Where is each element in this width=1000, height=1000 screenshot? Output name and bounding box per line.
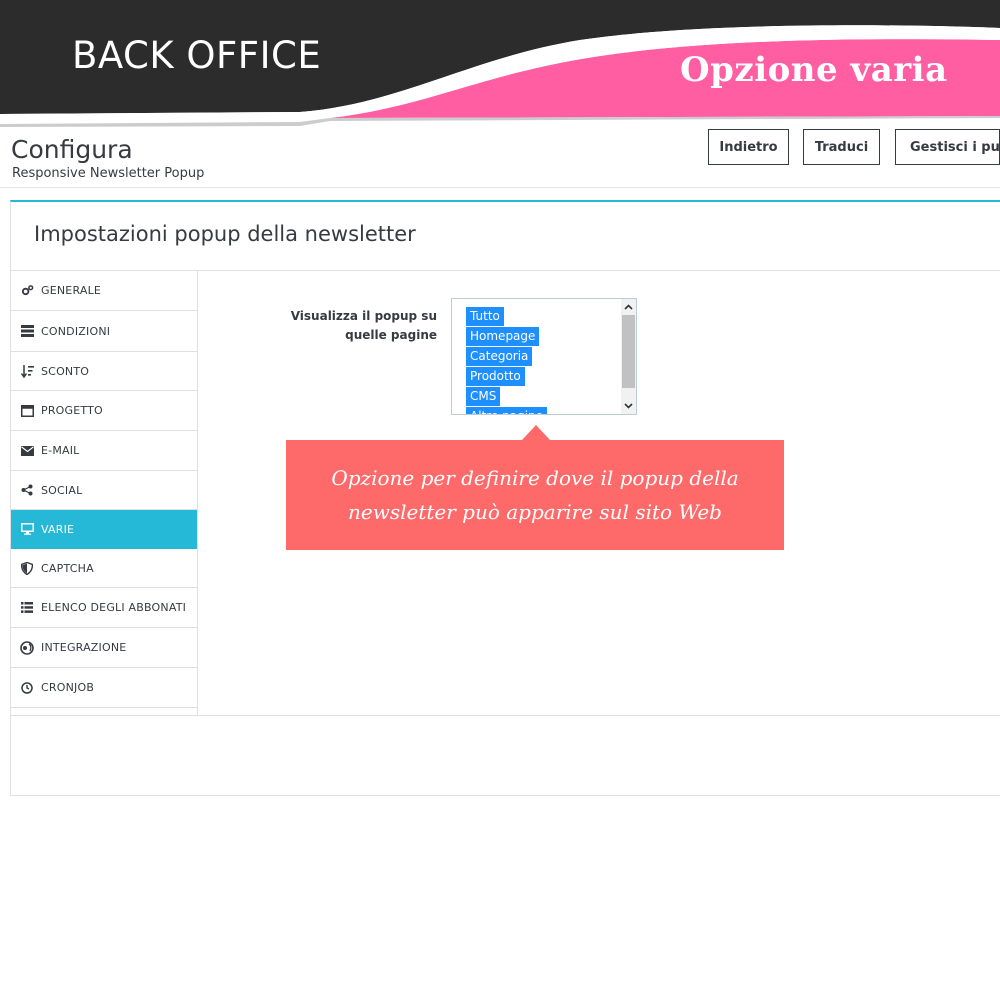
option-altre-pagine[interactable]: Altre pagine [466, 407, 548, 414]
tab-social[interactable]: SOCIAL [11, 471, 197, 510]
tab-email[interactable]: E-MAIL [11, 431, 197, 471]
tab-label: CRONJOB [41, 681, 95, 694]
tab-cronjob[interactable]: CRONJOB [11, 668, 197, 708]
scroll-up-icon[interactable] [621, 300, 636, 314]
desktop-icon [20, 522, 34, 536]
scrollbar-thumb[interactable] [622, 315, 635, 388]
multiselect-scrollbar[interactable] [621, 299, 636, 414]
option-categoria[interactable]: Categoria [466, 347, 533, 366]
list-icon [20, 324, 34, 338]
option-prodotto[interactable]: Prodotto [466, 367, 525, 386]
tab-label: ELENCO DEGLI ABBONATI [41, 601, 187, 614]
cogs-icon [20, 284, 34, 298]
promo-banner: BACK OFFICE Opzione varia [0, 0, 1000, 130]
share-icon [20, 483, 34, 497]
tab-captcha[interactable]: CAPTCHA [11, 549, 197, 588]
page-subtitle: Responsive Newsletter Popup [12, 166, 205, 181]
tab-progetto[interactable]: PROGETTO [11, 391, 197, 431]
banner-left-text: BACK OFFICE [72, 34, 322, 77]
manage-hooks-button[interactable]: Gestisci i punti [895, 129, 1000, 165]
tab-label: SOCIAL [41, 483, 83, 497]
tab-label: INTEGRAZIONE [41, 641, 127, 654]
envelope-icon [20, 444, 34, 458]
list-lines-icon [20, 601, 34, 615]
shield-icon [20, 561, 34, 575]
tab-integrazione[interactable]: INTEGRAZIONE [11, 628, 197, 668]
tab-varie[interactable]: VARIE [11, 510, 197, 549]
tab-label: E-MAIL [41, 444, 80, 457]
option-cms[interactable]: CMS [466, 387, 501, 406]
tab-label: CAPTCHA [41, 561, 94, 575]
tab-sconto[interactable]: SCONTO [11, 352, 197, 391]
clock-icon [20, 681, 34, 695]
pages-field-label: Visualizza il popup su quelle pagine [290, 309, 437, 342]
tab-label: SCONTO [41, 364, 90, 378]
page-title: Configura [11, 135, 133, 164]
tab-condizioni[interactable]: CONDIZIONI [11, 311, 197, 352]
tab-label: CONDIZIONI [41, 324, 111, 338]
panel-title: Impostazioni popup della newsletter [34, 222, 416, 246]
sort-icon [20, 364, 34, 378]
header-divider [0, 187, 1000, 188]
side-menu: GENERALE CONDIZIONI SCONTO PROGETTO E-MA… [11, 271, 198, 715]
feature-callout: Opzione per definire dove il popup della… [286, 440, 784, 550]
mailchimp-icon [20, 640, 34, 655]
banner-right-text: Opzione varia [680, 50, 948, 90]
pages-multiselect[interactable]: Tutto Homepage Categoria Prodotto CMS Al… [451, 298, 637, 415]
window-icon [20, 404, 34, 418]
tooltip-arrow [522, 425, 550, 440]
callout-text: Opzione per definire dove il popup della… [331, 466, 739, 524]
translate-button[interactable]: Traduci [803, 129, 880, 165]
option-tutto[interactable]: Tutto [466, 307, 504, 326]
back-button[interactable]: Indietro [708, 129, 789, 165]
option-homepage[interactable]: Homepage [466, 327, 540, 346]
tab-elenco-abbonati[interactable]: ELENCO DEGLI ABBONATI [11, 588, 197, 628]
tab-generale[interactable]: GENERALE [11, 271, 197, 311]
panel-footer-divider [11, 715, 1000, 716]
tab-label: GENERALE [41, 284, 102, 297]
scroll-down-icon[interactable] [621, 399, 636, 413]
tab-label: VARIE [41, 522, 75, 536]
tab-label: PROGETTO [41, 404, 103, 417]
